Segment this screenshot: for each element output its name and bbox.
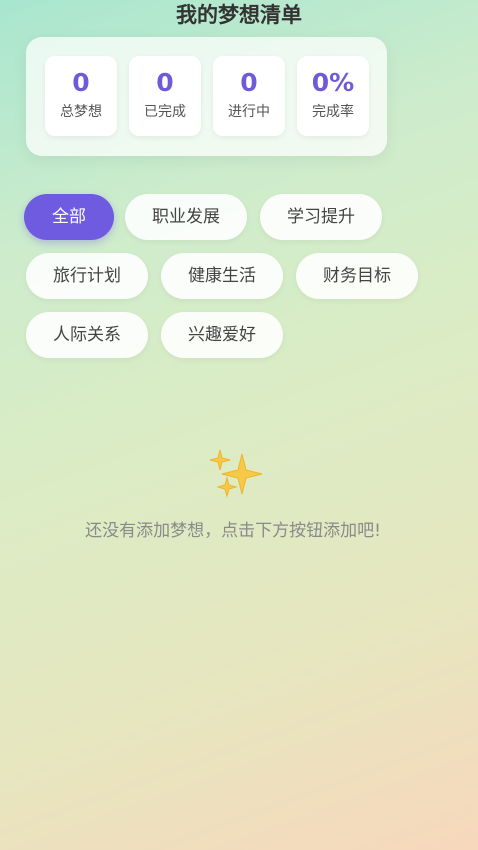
stat-label: 已完成 — [144, 104, 186, 120]
category-chip-hobbies[interactable]: 兴趣爱好 — [161, 312, 283, 358]
category-chip-finance[interactable]: 财务目标 — [296, 253, 418, 299]
stat-completion-rate: 0% 完成率 — [297, 56, 369, 136]
stat-label: 进行中 — [228, 104, 270, 120]
stat-label: 完成率 — [312, 104, 354, 120]
category-chip-relationships[interactable]: 人际关系 — [26, 312, 148, 358]
page-title: 我的梦想清单 — [176, 3, 302, 27]
empty-state-message: 还没有添加梦想，点击下方按钮添加吧! — [85, 521, 381, 541]
category-chip-health[interactable]: 健康生活 — [161, 253, 283, 299]
stat-total-dreams: 0 总梦想 — [45, 56, 117, 136]
category-chip-learning[interactable]: 学习提升 — [260, 194, 382, 240]
category-chip-all[interactable]: 全部 — [24, 194, 114, 240]
stat-in-progress: 0 进行中 — [213, 56, 285, 136]
stat-label: 总梦想 — [60, 104, 102, 120]
stats-card: 0 总梦想 0 已完成 0 进行中 0% 完成率 — [26, 37, 387, 156]
stat-value: 0 — [240, 68, 258, 97]
sparkles-icon — [206, 448, 270, 504]
stat-value: 0% — [311, 68, 355, 97]
stat-completed: 0 已完成 — [129, 56, 201, 136]
stat-value: 0 — [72, 68, 90, 97]
category-chip-career[interactable]: 职业发展 — [125, 194, 247, 240]
category-chip-travel[interactable]: 旅行计划 — [26, 253, 148, 299]
stat-value: 0 — [156, 68, 174, 97]
